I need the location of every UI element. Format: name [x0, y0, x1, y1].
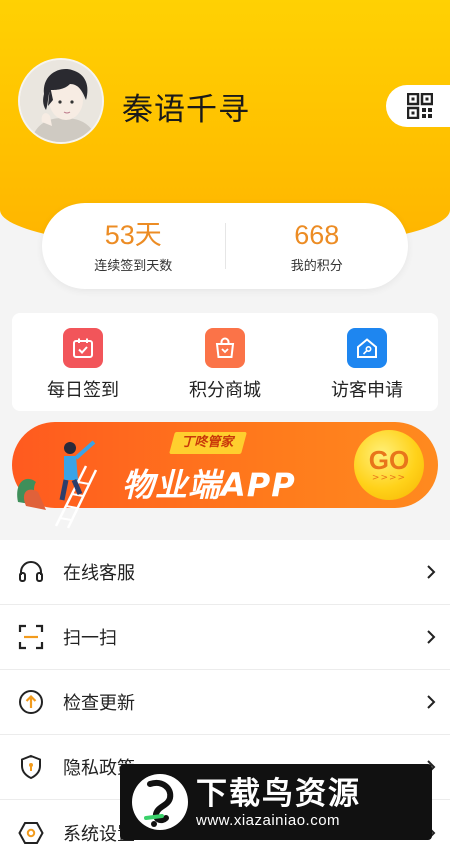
stat-points[interactable]: 668 我的积分: [226, 219, 409, 274]
avatar[interactable]: [18, 58, 104, 144]
calendar-check-icon: [63, 328, 103, 368]
quick-action-label: 访客申请: [331, 380, 403, 401]
qr-code-button[interactable]: [386, 85, 450, 127]
menu-item-label: 扫一扫: [63, 628, 117, 649]
shield-lock-icon: [18, 754, 44, 780]
menu-item-check-update[interactable]: 检查更新: [0, 670, 450, 735]
quick-action-label: 每日签到: [47, 380, 119, 401]
scan-icon: [18, 624, 44, 650]
quick-actions-card: 每日签到 积分商城 访客申请: [12, 313, 438, 411]
watermark-title: 下载鸟资源: [196, 775, 361, 812]
property-app-banner[interactable]: 丁咚管家 物业端APP GO >>>>: [12, 422, 438, 529]
settings-hex-icon: [18, 820, 44, 846]
qr-code-icon: [407, 93, 433, 119]
chevron-right-icon: [427, 695, 436, 709]
home-key-icon: [347, 328, 387, 368]
climbing-person-illustration: [17, 440, 98, 529]
bird-logo-icon: [132, 774, 188, 830]
username: 秦语千寻: [122, 92, 250, 128]
stat-label: 连续签到天数: [94, 258, 173, 274]
quick-action-points-mall[interactable]: 积分商城: [154, 313, 296, 411]
update-arrow-icon: [18, 689, 44, 715]
stat-label: 我的积分: [290, 258, 343, 274]
banner-go-button[interactable]: GO >>>>: [354, 430, 424, 500]
site-watermark: 下载鸟资源 www.xiazainiao.com: [120, 764, 432, 840]
avatar-illustration: [20, 60, 102, 142]
chevron-right-icon: [427, 565, 436, 579]
banner-go-label: GO: [368, 445, 410, 475]
quick-action-visitor-request[interactable]: 访客申请: [296, 313, 438, 411]
chevron-right-icon: [427, 630, 436, 644]
shopping-bag-icon: [205, 328, 245, 368]
stat-value: 53天: [104, 219, 162, 250]
banner-tag: 丁咚管家: [169, 432, 247, 454]
menu-item-scan[interactable]: 扫一扫: [0, 605, 450, 670]
quick-action-label: 积分商城: [189, 380, 261, 401]
banner-title: 物业端APP: [122, 466, 296, 504]
quick-action-daily-checkin[interactable]: 每日签到: [12, 313, 154, 411]
watermark-url: www.xiazainiao.com: [196, 811, 341, 829]
menu-item-label: 检查更新: [63, 693, 135, 714]
menu-item-online-support[interactable]: 在线客服: [0, 540, 450, 605]
stat-value: 668: [294, 219, 340, 250]
stats-card: 53天 连续签到天数 668 我的积分: [42, 203, 408, 289]
headset-icon: [18, 559, 44, 585]
banner-go-arrows: >>>>: [371, 473, 407, 483]
stat-checkin-days[interactable]: 53天 连续签到天数: [42, 219, 225, 274]
menu-item-label: 在线客服: [63, 563, 135, 584]
